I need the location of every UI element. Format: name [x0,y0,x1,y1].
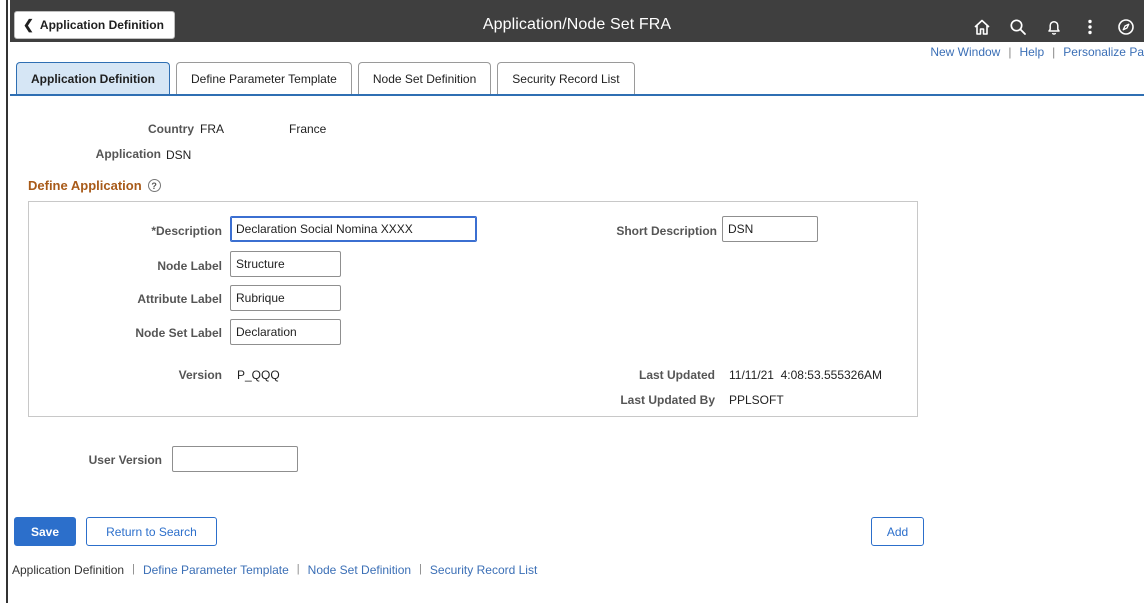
navbar-icon[interactable] [1108,16,1144,38]
utility-links: New Window | Help | Personalize Pa [930,45,1144,59]
header-bar: ❮ Application Definition Application/Nod… [10,0,1144,42]
user-version-input[interactable] [172,446,298,472]
bell-icon[interactable] [1036,16,1072,38]
add-button[interactable]: Add [871,517,924,546]
save-button[interactable]: Save [14,517,76,546]
left-frame-border [0,0,8,603]
tab-application-definition[interactable]: Application Definition [16,62,170,94]
description-input[interactable] [230,216,477,242]
node-set-label-label: Node Set Label [135,326,222,340]
user-version-label: User Version [88,453,162,467]
return-to-search-button[interactable]: Return to Search [86,517,217,546]
last-updated-by-label: Last Updated By [620,393,715,407]
country-name: France [289,122,327,136]
tab-define-parameter-template[interactable]: Define Parameter Template [176,62,352,94]
attribute-label-label: Attribute Label [137,292,222,306]
footer-link-define-parameter-template[interactable]: Define Parameter Template [143,563,289,577]
personalize-page-link[interactable]: Personalize Pa [1063,45,1144,59]
define-application-title-text: Define Application [28,178,142,193]
version-value: P_QQQ [237,368,280,382]
more-vertical-icon[interactable] [1072,16,1108,38]
short-description-input[interactable] [722,216,818,242]
short-description-label: Short Description [616,224,717,238]
application-label: Application [95,147,161,161]
utility-separator: | [1008,45,1012,59]
tabs-divider [10,94,1144,96]
search-icon[interactable] [1000,16,1036,38]
footer-separator: | [296,563,300,575]
utility-separator: | [1052,45,1056,59]
new-window-link[interactable]: New Window [930,45,1000,59]
footer-current-page: Application Definition [12,563,125,577]
header-actions [964,16,1144,38]
footer-link-security-record-list[interactable]: Security Record List [430,563,537,577]
tab-node-set-definition[interactable]: Node Set Definition [357,62,492,94]
country-label: Country [148,122,194,136]
last-updated-value: 11/11/21 4:08:53.555326AM [729,368,883,382]
node-set-label-input[interactable] [230,319,341,345]
attribute-label-input[interactable] [230,285,341,311]
country-code: FRA [200,122,224,136]
footer-separator: | [132,563,135,575]
home-icon[interactable] [964,16,1000,38]
last-updated-label: Last Updated [638,368,715,382]
help-link[interactable]: Help [1019,45,1044,59]
version-label: Version [178,368,222,382]
footer-separator: | [419,563,422,575]
tab-security-record-list[interactable]: Security Record List [497,62,635,94]
last-updated-by-value: PPLSOFT [729,393,784,407]
page-tabs: Application Definition Define Parameter … [16,62,641,94]
application-value: DSN [166,148,192,162]
description-label: *Description [151,224,222,238]
node-label-label: Node Label [157,259,222,273]
help-circle-icon[interactable]: ? [147,179,161,192]
node-label-input[interactable] [230,251,341,277]
define-application-title: Define Application ? [28,178,161,193]
footer-page-links: Application Definition | Define Paramete… [12,563,537,577]
footer-link-node-set-definition[interactable]: Node Set Definition [308,563,411,577]
